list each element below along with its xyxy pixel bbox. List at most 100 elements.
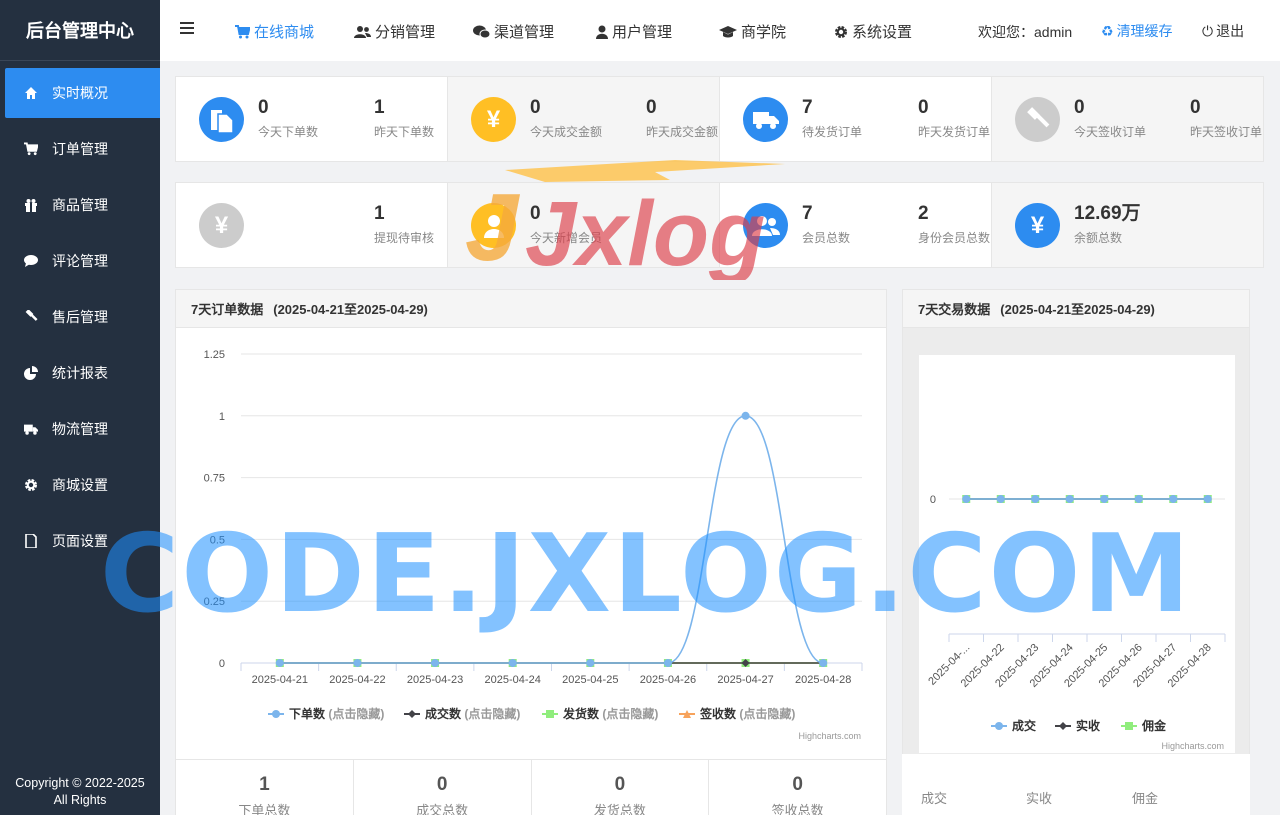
stat-card: 0 今天新增会员 [448, 183, 720, 267]
y-tick-label: 0.75 [204, 473, 225, 485]
stat-secondary: 0 昨天发货订单 [918, 95, 990, 140]
legend-item[interactable]: 下单数 (点击隐藏) [268, 706, 384, 721]
trade-panel-header: 7天交易数据 (2025-04-21至2025-04-29) [903, 290, 1249, 328]
stat-label: 身份会员总数 [918, 231, 991, 245]
sidebar: 后台管理中心 实时概况订单管理商品管理评论管理售后管理统计报表物流管理商城设置页… [0, 0, 160, 815]
data-point[interactable] [1203, 495, 1212, 503]
stat-label: 今天下单数 [258, 125, 319, 139]
users-icon [743, 203, 788, 248]
hamburger-menu-icon[interactable] [180, 22, 194, 36]
copyright: Copyright © 2022-2025 All Rights [0, 775, 160, 809]
top-nav-item[interactable]: 商学院 [719, 21, 786, 42]
top-nav-item[interactable]: 在线商城 [235, 21, 314, 42]
data-point[interactable] [546, 710, 554, 718]
legend-label: 成交 [1012, 718, 1036, 733]
gavel-icon [24, 310, 38, 324]
chart-credits[interactable]: Highcharts.com [798, 731, 861, 741]
sidebar-item[interactable]: 商品管理 [5, 180, 160, 230]
cart-icon [235, 24, 250, 39]
legend-label: 下单数 (点击隐藏) [289, 706, 384, 721]
legend-item[interactable]: 发货数 (点击隐藏) [542, 706, 658, 721]
summary-cell: 0 成交总数 [354, 760, 532, 815]
chart-plot-background [919, 355, 1235, 753]
file-icon [199, 97, 244, 142]
y-tick-label: 0.5 [210, 534, 225, 546]
sidebar-item[interactable]: 统计报表 [5, 348, 160, 398]
data-point[interactable] [741, 411, 750, 420]
stats-row-1: 0 今天下单数 1 昨天下单数 ¥0 今天成交金额 0 昨天成交金额 7 待发货订单 0 昨天发货订单… [175, 76, 1264, 162]
sidebar-item[interactable]: 商城设置 [5, 460, 160, 510]
order-chart-panel: 7天订单数据 (2025-04-21至2025-04-29) 0 0.25 0.5 0… [175, 289, 887, 761]
data-point[interactable] [819, 659, 828, 667]
stat-secondary: 1 提现待审核 [374, 201, 434, 246]
data-point[interactable] [508, 659, 517, 667]
data-point[interactable] [1134, 495, 1143, 503]
data-point[interactable] [1169, 495, 1178, 503]
legend-item[interactable]: 签收数 (点击隐藏) [679, 706, 795, 721]
stat-label: 今天新增会员 [530, 231, 603, 245]
data-point[interactable] [586, 659, 595, 667]
stat-value: 0 [646, 97, 657, 118]
sidebar-item-label: 售后管理 [52, 309, 108, 325]
logout-button[interactable]: ⏻ 退出 [1202, 21, 1244, 41]
data-point[interactable] [431, 659, 440, 667]
stat-primary: 12.69万 余额总数 [1074, 201, 1141, 246]
order-panel-title: 7天订单数据 [191, 302, 264, 317]
sidebar-item[interactable]: 实时概况 [5, 68, 160, 118]
power-icon: ⏻ [1202, 22, 1214, 39]
top-nav-item[interactable]: 用户管理 [596, 21, 672, 42]
sidebar-item[interactable]: 物流管理 [5, 404, 160, 454]
data-point[interactable] [1065, 495, 1074, 503]
data-point[interactable] [408, 710, 416, 718]
sidebar-item-label: 实时概况 [52, 85, 108, 101]
summary-label: 成交总数 [416, 803, 469, 815]
trade-line-chart: 02025-04-...2025-04-222025-04-232025-04-… [919, 355, 1235, 753]
top-nav-label: 用户管理 [612, 24, 673, 41]
stat-secondary: 0 昨天成交金额 [646, 95, 718, 140]
trade-footer: 成交 实收 佣金 [902, 754, 1250, 815]
sidebar-item-label: 页面设置 [52, 533, 108, 549]
sidebar-item-label: 订单管理 [52, 141, 108, 157]
data-point[interactable] [272, 710, 280, 718]
data-point[interactable] [1100, 495, 1109, 503]
trade-chart-panel: 7天交易数据 (2025-04-21至2025-04-29) 0 2025-04-… [902, 289, 1250, 755]
y-tick-label: 1.25 [204, 349, 225, 361]
legend-label: 发货数 (点击隐藏) [562, 706, 658, 721]
summary-cell: 0 发货总数 [532, 760, 710, 815]
sidebar-item-label: 统计报表 [52, 365, 108, 381]
stat-value: 0 [1074, 97, 1085, 118]
data-point[interactable] [1125, 722, 1133, 730]
user-icon [471, 203, 516, 248]
clear-cache-button[interactable]: ♻ 清理缓存 [1101, 21, 1173, 41]
x-tick-label: 2025-04-26 [640, 674, 696, 686]
legend-item[interactable]: 成交数 (点击隐藏) [404, 706, 520, 721]
x-tick-label: 2025-04-28 [795, 674, 851, 686]
chart-credits[interactable]: Highcharts.com [1161, 741, 1224, 751]
stat-label: 待发货订单 [802, 125, 863, 139]
stat-primary: 0 今天签收订单 [1074, 95, 1146, 140]
top-nav-item[interactable]: 渠道管理 [473, 21, 554, 42]
sidebar-item[interactable]: 售后管理 [5, 292, 160, 342]
sidebar-item[interactable]: 页面设置 [5, 516, 160, 566]
sidebar-item[interactable]: 订单管理 [5, 124, 160, 174]
gear-icon [24, 478, 38, 492]
top-nav-item[interactable]: 系统设置 [834, 21, 912, 42]
data-point[interactable] [353, 659, 362, 667]
brand-title: 后台管理中心 [0, 0, 160, 61]
data-point[interactable] [275, 659, 284, 667]
sidebar-menu: 实时概况订单管理商品管理评论管理售后管理统计报表物流管理商城设置页面设置 [0, 68, 160, 566]
data-point[interactable] [996, 495, 1005, 503]
sidebar-item[interactable]: 评论管理 [5, 236, 160, 286]
trade-panel-title: 7天交易数据 [918, 302, 991, 317]
data-point[interactable] [962, 495, 971, 503]
sidebar-item-label: 评论管理 [52, 253, 108, 269]
top-nav-item[interactable]: 分销管理 [354, 21, 435, 42]
stat-label: 提现待审核 [374, 231, 435, 245]
top-nav-label: 系统设置 [852, 24, 913, 41]
data-point[interactable] [1031, 495, 1040, 503]
x-tick-label: 2025-04-25 [562, 674, 618, 686]
yen-icon: ¥ [1015, 203, 1060, 248]
data-point[interactable] [663, 659, 672, 667]
pie-chart-icon [24, 366, 38, 380]
data-point[interactable] [995, 722, 1003, 730]
